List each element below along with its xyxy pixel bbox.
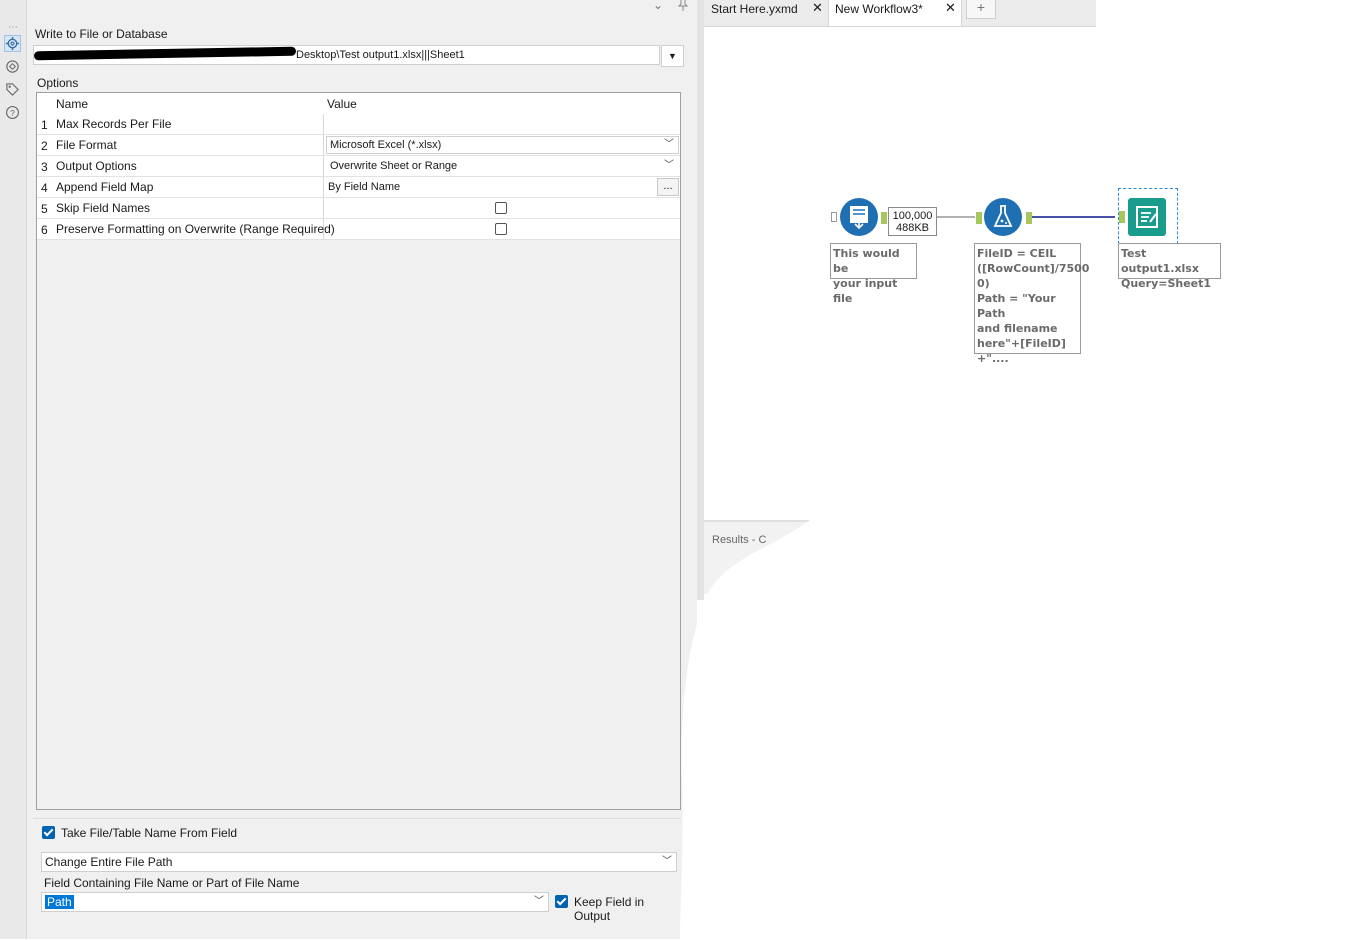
input-anchor	[1119, 211, 1125, 223]
file-format-value: Microsoft Excel (*.xlsx)	[330, 139, 442, 151]
close-icon[interactable]: ✕	[812, 0, 823, 16]
options-grid: Name Value 1 Max Records Per File 2 File…	[36, 92, 681, 810]
option-row-append-field-map: 4 Append Field Map By Field Name ...	[37, 177, 680, 198]
config-sidebar: ⋯ ?	[0, 0, 27, 939]
record-size: 488KB	[895, 222, 930, 234]
row-number: 4	[41, 181, 48, 195]
input-data-tool[interactable]	[840, 198, 878, 236]
name-mode-select[interactable]: Change Entire File Path ﹀	[41, 852, 677, 872]
file-format-select[interactable]: Microsoft Excel (*.xlsx) ﹀	[326, 136, 679, 154]
options-label: Options	[37, 76, 79, 90]
chevron-down-icon: ﹀	[664, 139, 674, 150]
formula-annotation: FileID = CEIL ([RowCount]/7500 0) Path =…	[974, 243, 1089, 365]
file-format-cell: Microsoft Excel (*.xlsx) ﹀	[324, 135, 680, 155]
take-name-from-field-section: Take File/Table Name From Field Change E…	[33, 818, 681, 932]
preserve-formatting-checkbox[interactable]	[495, 223, 507, 235]
option-name: Max Records Per File	[56, 114, 324, 134]
path-dropdown-button[interactable]: ▼	[661, 45, 684, 67]
document-tabs: Start Here.yxmd ✕ New Workflow3* ✕ +	[704, 0, 1096, 27]
max-records-input[interactable]	[324, 114, 680, 134]
output-data-tool[interactable]	[1128, 198, 1166, 236]
keep-field-label: Keep Field in Output	[574, 895, 645, 923]
append-field-map-value: By Field Name	[328, 181, 401, 193]
field-select-value: Path	[45, 895, 74, 909]
option-row-skip-field-names: 5 Skip Field Names	[37, 198, 680, 219]
chevron-down-icon[interactable]: ⌄	[653, 0, 663, 12]
redacted-path	[34, 46, 297, 61]
output-anchor	[1026, 212, 1032, 224]
output-anchor	[881, 212, 887, 224]
pin-icon[interactable]	[677, 0, 689, 15]
flask-icon	[993, 205, 1013, 227]
torn-edge	[680, 520, 820, 940]
preserve-formatting-cell	[324, 219, 680, 239]
output-book-icon	[1136, 206, 1158, 228]
output-options-cell: Overwrite Sheet or Range ﹀	[324, 156, 680, 176]
tab-label: New Workflow3*	[835, 2, 923, 16]
connection-icon[interactable]	[4, 58, 21, 75]
output-path-input[interactable]: Desktop\Test output1.xlsx|||Sheet1	[33, 45, 660, 65]
row-number: 3	[41, 160, 48, 174]
append-field-map-cell: By Field Name ...	[324, 177, 680, 197]
gear-icon[interactable]	[4, 35, 21, 52]
option-name: Preserve Formatting on Overwrite (Range …	[56, 219, 335, 239]
input-anchor	[976, 212, 982, 224]
close-icon[interactable]: ✕	[945, 0, 956, 16]
grid-header: Name Value	[37, 93, 680, 115]
skip-field-names-cell	[324, 198, 680, 218]
option-name: File Format	[56, 135, 324, 155]
output-options-value: Overwrite Sheet or Range	[330, 160, 458, 172]
record-count: 100,000	[892, 210, 933, 222]
formula-tool[interactable]	[984, 198, 1022, 236]
tab-start-here[interactable]: Start Here.yxmd ✕	[704, 0, 828, 25]
tab-label: Start Here.yxmd	[711, 2, 798, 16]
skip-field-names-checkbox[interactable]	[495, 202, 507, 214]
output-options-select[interactable]: Overwrite Sheet or Range ﹀	[326, 157, 679, 175]
new-tab-button[interactable]: +	[966, 0, 996, 19]
option-row-preserve-formatting: 6 Preserve Formatting on Overwrite (Rang…	[37, 219, 680, 240]
tag-icon[interactable]	[4, 81, 21, 98]
help-icon[interactable]: ?	[4, 104, 21, 121]
output-annotation: Test output1.xlsx Query=Sheet1	[1118, 243, 1221, 290]
option-row-file-format: 2 File Format Microsoft Excel (*.xlsx) ﹀	[37, 135, 680, 156]
plus-icon: +	[976, 0, 986, 15]
panel-controls: ⌄	[650, 0, 696, 14]
row-number: 2	[41, 139, 48, 153]
row-number: 1	[41, 118, 48, 132]
value-column-header: Value	[327, 97, 357, 111]
option-row-max-records: 1 Max Records Per File	[37, 114, 680, 135]
field-containing-label: Field Containing File Name or Part of Fi…	[44, 876, 300, 890]
record-count-badge: 100,000 488KB	[888, 207, 937, 236]
more-dots-icon[interactable]: ⋯	[8, 22, 18, 33]
output-path-value: Desktop\Test output1.xlsx|||Sheet1	[296, 49, 465, 61]
configuration-panel: ⋯ ? ⌄ Write to File or Database Desktop\…	[0, 0, 697, 939]
option-name: Skip Field Names	[56, 198, 324, 218]
svg-text:?: ?	[10, 108, 15, 118]
tab-new-workflow3[interactable]: New Workflow3* ✕	[828, 0, 962, 26]
take-name-label: Take File/Table Name From Field	[61, 826, 238, 840]
row-number: 6	[41, 223, 48, 237]
name-mode-value: Change Entire File Path	[45, 855, 173, 869]
chevron-down-icon: ﹀	[664, 160, 674, 171]
field-select[interactable]: Path ﹀	[41, 892, 549, 912]
chevron-down-icon: ﹀	[662, 856, 672, 867]
option-name: Output Options	[56, 156, 324, 176]
ellipsis-button[interactable]: ...	[657, 178, 679, 196]
config-title: Write to File or Database	[35, 27, 168, 41]
input-annotation: This would be your input file	[830, 243, 917, 305]
take-name-checkbox[interactable]	[42, 826, 55, 839]
chevron-down-icon: ﹀	[534, 896, 544, 907]
input-book-icon	[850, 206, 868, 230]
input-anchor	[831, 212, 837, 222]
caret-down-icon: ▼	[668, 51, 677, 61]
name-column-header: Name	[56, 97, 89, 111]
row-number: 5	[41, 202, 48, 216]
keep-field-checkbox[interactable]	[555, 895, 568, 908]
option-name: Append Field Map	[56, 177, 324, 197]
option-row-output-options: 3 Output Options Overwrite Sheet or Rang…	[37, 156, 680, 177]
